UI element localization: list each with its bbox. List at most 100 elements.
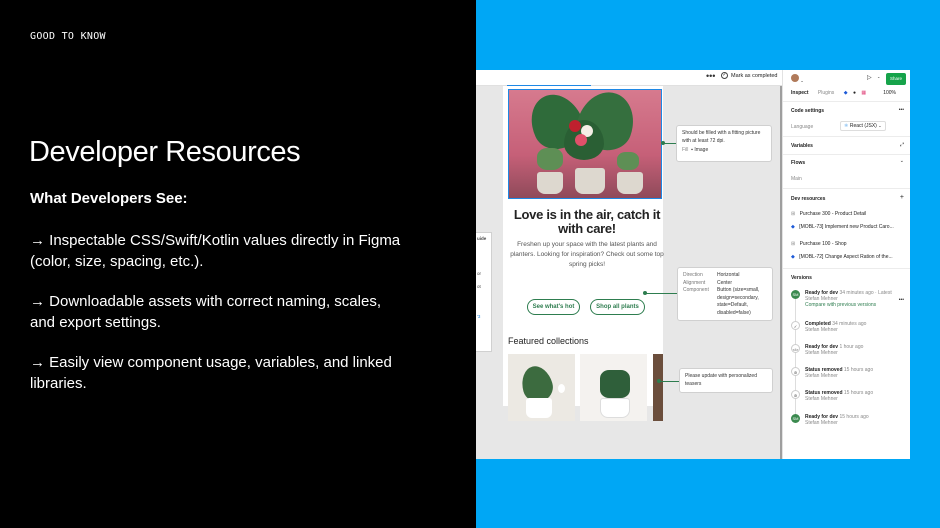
status-removed-icon: ⊘ xyxy=(791,367,800,376)
slide-subtitle: What Developers See: xyxy=(30,190,188,207)
jira-icon[interactable]: ◆ xyxy=(844,90,848,96)
resource-link[interactable]: ◆ [MOBL-72] Change Aspect Ration of the.… xyxy=(791,254,904,260)
version-time: 15 hours ago xyxy=(843,367,874,373)
code-settings-heading: Code settings xyxy=(791,108,825,114)
chevron-down-icon: ⌄ xyxy=(878,123,882,128)
version-entry[interactable]: Status removed 15 hours ago Stefan Mehne… xyxy=(805,367,905,379)
annotation-pin xyxy=(657,379,661,383)
bullet-downloadable-assets: → Downloadable assets with correct namin… xyxy=(30,293,381,331)
version-time: 1 hour ago xyxy=(839,344,864,350)
compare-versions-link[interactable]: Compare with previous versions xyxy=(805,302,905,308)
version-time: 15 hours ago xyxy=(839,414,869,420)
version-entry[interactable]: Ready for dev 15 hours ago Stefan Mehner xyxy=(805,414,905,426)
check-icon: ✓ xyxy=(791,321,800,330)
see-whats-hot-button[interactable]: See what's hot xyxy=(527,299,580,315)
annotation-teasers[interactable]: Please update with personalized teasers xyxy=(679,368,773,393)
version-time: 15 hours ago xyxy=(843,390,874,396)
jira-icon: ◆ xyxy=(791,224,795,230)
resource-link[interactable]: ◆ [MOBL-73] Implement new Product Caro..… xyxy=(791,224,904,230)
stub-text: '3 xyxy=(477,314,481,319)
featured-collections-heading: Featured collections xyxy=(508,336,589,346)
resource-frame-name: Purchase 100 - Shop xyxy=(799,241,847,247)
variables-heading[interactable]: Variables xyxy=(791,143,904,149)
annotation-pin xyxy=(661,141,665,145)
avatar: SM xyxy=(791,290,800,299)
zoom-level[interactable]: 100% xyxy=(883,90,896,96)
shop-all-plants-button[interactable]: Shop all plants xyxy=(590,299,645,315)
plugin-icon[interactable]: ▦ xyxy=(861,90,866,96)
eyebrow-label: GOOD TO KNOW xyxy=(30,31,106,42)
flow-item-main[interactable]: Main xyxy=(791,176,904,182)
expand-icon[interactable]: ⤢ xyxy=(900,142,904,148)
annotation-value: Image xyxy=(694,147,709,153)
hero-headline: Love is in the air, catch it with care! xyxy=(513,207,661,236)
bullet-component-usage: → Easily view component usage, variables… xyxy=(30,354,392,392)
inspect-panel: ⌄ ▷ ⌄ Share Inspect Plugins ◆ ● ▦ 100% C… xyxy=(782,70,910,459)
react-icon: ⚛ xyxy=(844,123,849,129)
annotation-pin xyxy=(643,291,647,295)
github-icon[interactable]: ● xyxy=(853,90,856,96)
jira-icon: ◆ xyxy=(791,254,795,260)
share-button[interactable]: Share xyxy=(886,73,906,85)
play-icon[interactable]: ▷ xyxy=(867,74,872,81)
chevron-down-icon[interactable]: ⌄ xyxy=(900,158,904,164)
prop-value: Horizontal xyxy=(717,272,740,278)
design-canvas[interactable]: ••• ✓ Mark as completed uide or ot '3 Lo… xyxy=(476,70,782,459)
resource-group[interactable]: ⊞ Purchase 300 - Product Detail xyxy=(791,211,904,217)
avatar[interactable] xyxy=(791,74,799,82)
version-entry[interactable]: Completed 34 minutes ago Stefan Mehner xyxy=(805,321,905,333)
collection-thumbnail[interactable] xyxy=(580,354,647,421)
annotation-connector xyxy=(659,381,679,382)
chevron-down-icon[interactable]: ⌄ xyxy=(877,74,880,79)
more-options-icon[interactable]: ••• xyxy=(706,71,715,81)
frame-icon: ⊞ xyxy=(791,241,796,247)
add-icon[interactable]: + xyxy=(900,194,904,201)
status-removed-icon: ⊘ xyxy=(791,390,800,399)
image-icon: ▪ xyxy=(691,147,693,153)
annotation-image-requirements[interactable]: Should be filled with a fitting picture … xyxy=(676,125,772,162)
tab-plugins[interactable]: Plugins xyxy=(818,90,834,96)
tab-inspect[interactable]: Inspect xyxy=(791,90,809,96)
more-options-icon[interactable]: ••• xyxy=(899,107,904,113)
version-user: Stefan Mehner xyxy=(805,350,838,356)
avatar: SM xyxy=(791,414,800,423)
mark-completed-button[interactable]: ✓ Mark as completed xyxy=(721,72,777,79)
versions-heading: Versions xyxy=(791,275,812,281)
prop-key: Component xyxy=(683,287,709,293)
version-time: 34 minutes ago · Latest xyxy=(839,290,892,296)
figma-dev-mode-window: ••• ✓ Mark as completed uide or ot '3 Lo… xyxy=(476,70,910,459)
version-user: Stefan Mehner xyxy=(805,327,838,333)
stub-text: uide xyxy=(477,236,487,241)
annotation-layout-properties[interactable]: Direction Horizontal Alignment Center Comp… xyxy=(677,267,773,321)
slide-text-panel: GOOD TO KNOW Developer Resources What De… xyxy=(0,0,476,528)
hero-blurb: Freshen up your space with the latest pl… xyxy=(510,241,664,268)
version-entry[interactable]: Status removed 15 hours ago Stefan Mehne… xyxy=(805,390,905,402)
collection-thumbnail[interactable] xyxy=(653,354,663,421)
hero-image[interactable] xyxy=(508,89,662,199)
code-icon: </> xyxy=(791,344,800,353)
collection-thumbnail[interactable] xyxy=(508,354,575,421)
panel-tabs: Inspect Plugins ◆ ● ▦ 100% xyxy=(791,90,904,96)
prop-key: Alignment xyxy=(683,279,706,286)
language-select[interactable]: ⚛ React (JSX) ⌄ xyxy=(840,121,886,131)
stub-text: ot xyxy=(477,284,481,289)
frame-icon: ⊞ xyxy=(791,211,796,217)
more-options-icon[interactable]: ••• xyxy=(899,297,904,303)
resource-link-label: [MOBL-72] Change Aspect Ration of the... xyxy=(799,254,893,260)
version-user: Stefan Mehner xyxy=(805,420,838,426)
version-entry[interactable]: Ready for dev 1 hour ago Stefan Mehner xyxy=(805,344,905,356)
stub-text: or xyxy=(477,271,482,276)
version-user: Stefan Mehner xyxy=(805,373,838,379)
chevron-down-icon[interactable]: ⌄ xyxy=(800,78,803,83)
version-user: Stefan Mehner xyxy=(805,396,838,402)
resource-group[interactable]: ⊞ Purchase 100 - Shop xyxy=(791,241,904,247)
flows-heading: Flows xyxy=(791,160,806,166)
prop-key: Direction xyxy=(683,272,703,278)
check-circle-icon: ✓ xyxy=(721,72,728,79)
resource-link-label: [MOBL-73] Implement new Product Caro... xyxy=(799,224,894,230)
prop-value: Button (size=small, design=secondary, st… xyxy=(717,287,760,316)
version-entry[interactable]: Ready for dev 34 minutes ago · Latest St… xyxy=(805,290,905,308)
mobile-frame[interactable]: Love is in the air, catch it with care! … xyxy=(503,86,664,421)
annotation-connector xyxy=(645,293,677,294)
slide-title: Developer Resources xyxy=(29,136,301,168)
